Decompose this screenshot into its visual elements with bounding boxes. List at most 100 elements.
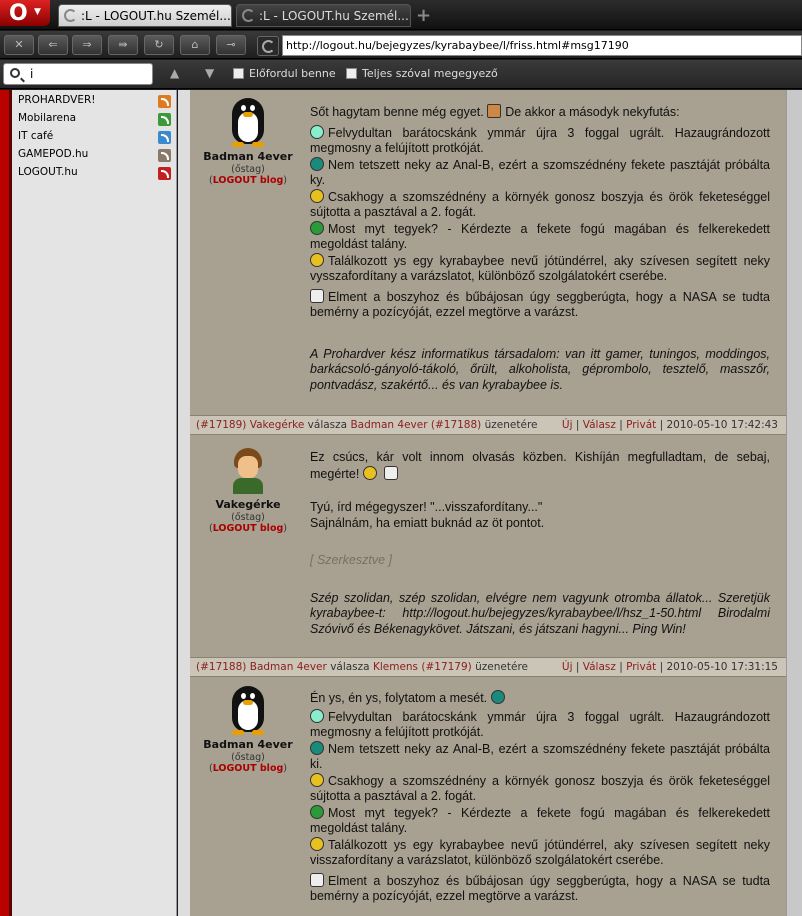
sidebar-item-prohardver[interactable]: PROHARDVER!: [18, 94, 173, 111]
back-button[interactable]: ⇐: [38, 35, 68, 55]
find-bar: i ▲ ▼ Előfordul benne Teljes szóval mege…: [0, 60, 802, 89]
author-card: Badman 4ever (őstag) (LOGOUT blog): [190, 682, 306, 774]
guitar-emoticon-icon: [487, 104, 502, 118]
tab-active[interactable]: :L - LOGOUT.hu Személ...: [58, 4, 232, 27]
reply-target-link[interactable]: Badman 4ever: [350, 419, 427, 431]
sidebar-item-itcafe[interactable]: IT café: [18, 130, 173, 147]
reply-target-id-link[interactable]: (#17179): [421, 661, 471, 673]
comment-actions: Új | Válasz | Privát | 2010-05-10 17:42:…: [561, 419, 778, 431]
home-button[interactable]: ⌂: [180, 35, 210, 55]
author-rank: (őstag): [231, 752, 265, 763]
forward-button[interactable]: ⇒: [72, 35, 102, 55]
comment-date: 2010-05-10 17:31:15: [666, 661, 778, 673]
reply-link[interactable]: Válasz: [583, 419, 616, 431]
reload-button[interactable]: ↻: [144, 35, 174, 55]
comment-line: Csakhogy a szomszédnény a környék gonosz…: [310, 188, 770, 219]
find-previous-icon[interactable]: ▲: [170, 66, 179, 80]
rss-icon: [158, 131, 171, 144]
sidebar-item-label: IT café: [18, 130, 54, 142]
comment-line: Elment a boszyhoz és bűbájosan úgy seggb…: [310, 288, 770, 319]
reply-verb: válasza: [307, 419, 348, 431]
key-icon[interactable]: ⊸: [216, 35, 246, 55]
rss-icon: [158, 167, 171, 180]
comment-line: Sőt hagytam benne még egyet. De akkor a …: [310, 104, 680, 119]
sidebar-item-mobilarena[interactable]: Mobilarena: [18, 112, 173, 129]
comment-author-link[interactable]: Vakegérke: [250, 419, 305, 431]
opera-menu-button[interactable]: O ▼: [0, 0, 50, 26]
skeleton-emoticon-icon: [384, 465, 399, 480]
edited-marker[interactable]: [ Szerkesztve ]: [310, 553, 770, 569]
find-option-contains[interactable]: Előfordul benne: [233, 67, 336, 80]
tab-inactive[interactable]: :L - LOGOUT.hu Személ...: [236, 4, 411, 27]
private-link[interactable]: Privát: [626, 419, 656, 431]
sidebar-item-gamepod[interactable]: GAMEPOD.hu: [18, 148, 173, 165]
happy-emoticon-icon: [310, 708, 324, 723]
author-name[interactable]: Badman 4ever: [190, 738, 306, 751]
fast-forward-button[interactable]: ⇛: [108, 35, 138, 55]
new-tab-icon[interactable]: +: [416, 5, 431, 26]
new-link[interactable]: Új: [562, 661, 573, 673]
author-blog-link[interactable]: (LOGOUT blog): [190, 763, 306, 774]
tab-title: :L - LOGOUT.hu Személ...: [259, 9, 409, 23]
grin-emoticon-icon: [310, 220, 324, 235]
comment-line: Nem tetszett neky az Anal-B, ezért a szo…: [310, 740, 770, 771]
author-name[interactable]: Badman 4ever: [190, 150, 306, 163]
sidebar-item-logout[interactable]: LOGOUT.hu: [18, 166, 173, 183]
avatar: [226, 98, 270, 148]
opera-logo-icon: O: [9, 1, 28, 26]
reply-target-id-link[interactable]: (#17188): [431, 419, 481, 431]
checkbox[interactable]: [346, 68, 357, 79]
reply-link[interactable]: Válasz: [583, 661, 616, 673]
close-icon[interactable]: ✕: [4, 35, 34, 55]
author-card: Badman 4ever (őstag) (LOGOUT blog): [190, 94, 306, 186]
find-option-label: Előfordul benne: [249, 67, 336, 80]
find-next-icon[interactable]: ▼: [205, 66, 214, 80]
navigation-bar: ✕ ⇐ ⇒ ⇛ ↻ ⌂ ⊸ http://logout.hu/bejegyzes…: [0, 31, 802, 59]
teeth-emoticon-icon: [310, 156, 324, 171]
comment-body: Én ys, én ys, folytatom a mesét. Felvydu…: [310, 690, 770, 905]
rss-icon: [158, 149, 171, 162]
find-option-whole-word[interactable]: Teljes szóval megegyező: [346, 67, 498, 80]
address-field[interactable]: http://logout.hu/bejegyzes/kyrabaybee/l/…: [282, 35, 802, 56]
comment-id-link[interactable]: (#17188): [196, 661, 246, 673]
comment-line: Felvydultan barátocskánk ymmár újra 3 fo…: [310, 124, 770, 155]
skeleton-emoticon-icon: [310, 288, 324, 303]
loading-icon: [242, 9, 255, 22]
comment-line: Tyú, írd mégegyszer! "...visszafordítany…: [310, 500, 543, 514]
page-content: Badman 4ever (őstag) (LOGOUT blog) Sőt h…: [190, 90, 786, 916]
avatar: [230, 448, 266, 494]
page-loading-icon: [257, 36, 279, 56]
smile-emoticon-icon: [310, 252, 324, 267]
comment-line: Nem tetszett neky az Anal-B, ezért a szo…: [310, 156, 770, 187]
comment-line: Ez csúcs, kár volt innom olvasás közben.…: [310, 450, 770, 481]
author-blog-link[interactable]: (LOGOUT blog): [190, 523, 306, 534]
chevron-down-icon: ▼: [34, 7, 41, 17]
comment-line: Találkozott ys egy kyrabaybee nevű jótün…: [310, 836, 770, 867]
find-input[interactable]: i: [3, 63, 153, 85]
new-link[interactable]: Új: [562, 419, 573, 431]
checkbox[interactable]: [233, 68, 244, 79]
author-name[interactable]: Vakegérke: [190, 498, 306, 511]
sidebar-item-label: GAMEPOD.hu: [18, 148, 89, 160]
tab-bar: O ▼ :L - LOGOUT.hu Személ... :L - LOGOUT.…: [0, 0, 802, 30]
sidebar-splitter[interactable]: [178, 90, 190, 916]
comment-author-link[interactable]: Badman 4ever: [250, 661, 327, 673]
teeth-emoticon-icon: [310, 740, 324, 755]
grin-emoticon-icon: [310, 804, 324, 819]
author-blog-link[interactable]: (LOGOUT blog): [190, 175, 306, 186]
author-rank: (őstag): [231, 164, 265, 175]
feeds-sidebar: PROHARDVER! Mobilarena IT café GAMEPOD.h…: [12, 90, 177, 916]
reply-target-link[interactable]: Klemens: [373, 661, 418, 673]
comment-line: Most myt tegyek? - Kérdezte a fekete fog…: [310, 804, 770, 835]
scrollbar[interactable]: [786, 90, 802, 916]
comment-id-link[interactable]: (#17189): [196, 419, 246, 431]
private-link[interactable]: Privát: [626, 661, 656, 673]
happy-emoticon-icon: [310, 124, 324, 139]
comment-line: Sajnálnám, ha emiatt buknád az öt pontot…: [310, 515, 545, 530]
comment-body: Sőt hagytam benne még egyet. De akkor a …: [310, 104, 770, 393]
tab-title: :L - LOGOUT.hu Személ...: [81, 9, 231, 23]
comment-line: Elment a boszyhoz és bűbájosan úgy seggb…: [310, 872, 770, 903]
smile-emoticon-icon: [310, 836, 324, 851]
comment-header: (#17189) Vakegérke válasza Badman 4ever …: [190, 415, 786, 435]
comment-line: Felvydultan barátocskánk ymmár újra 3 fo…: [310, 708, 770, 739]
